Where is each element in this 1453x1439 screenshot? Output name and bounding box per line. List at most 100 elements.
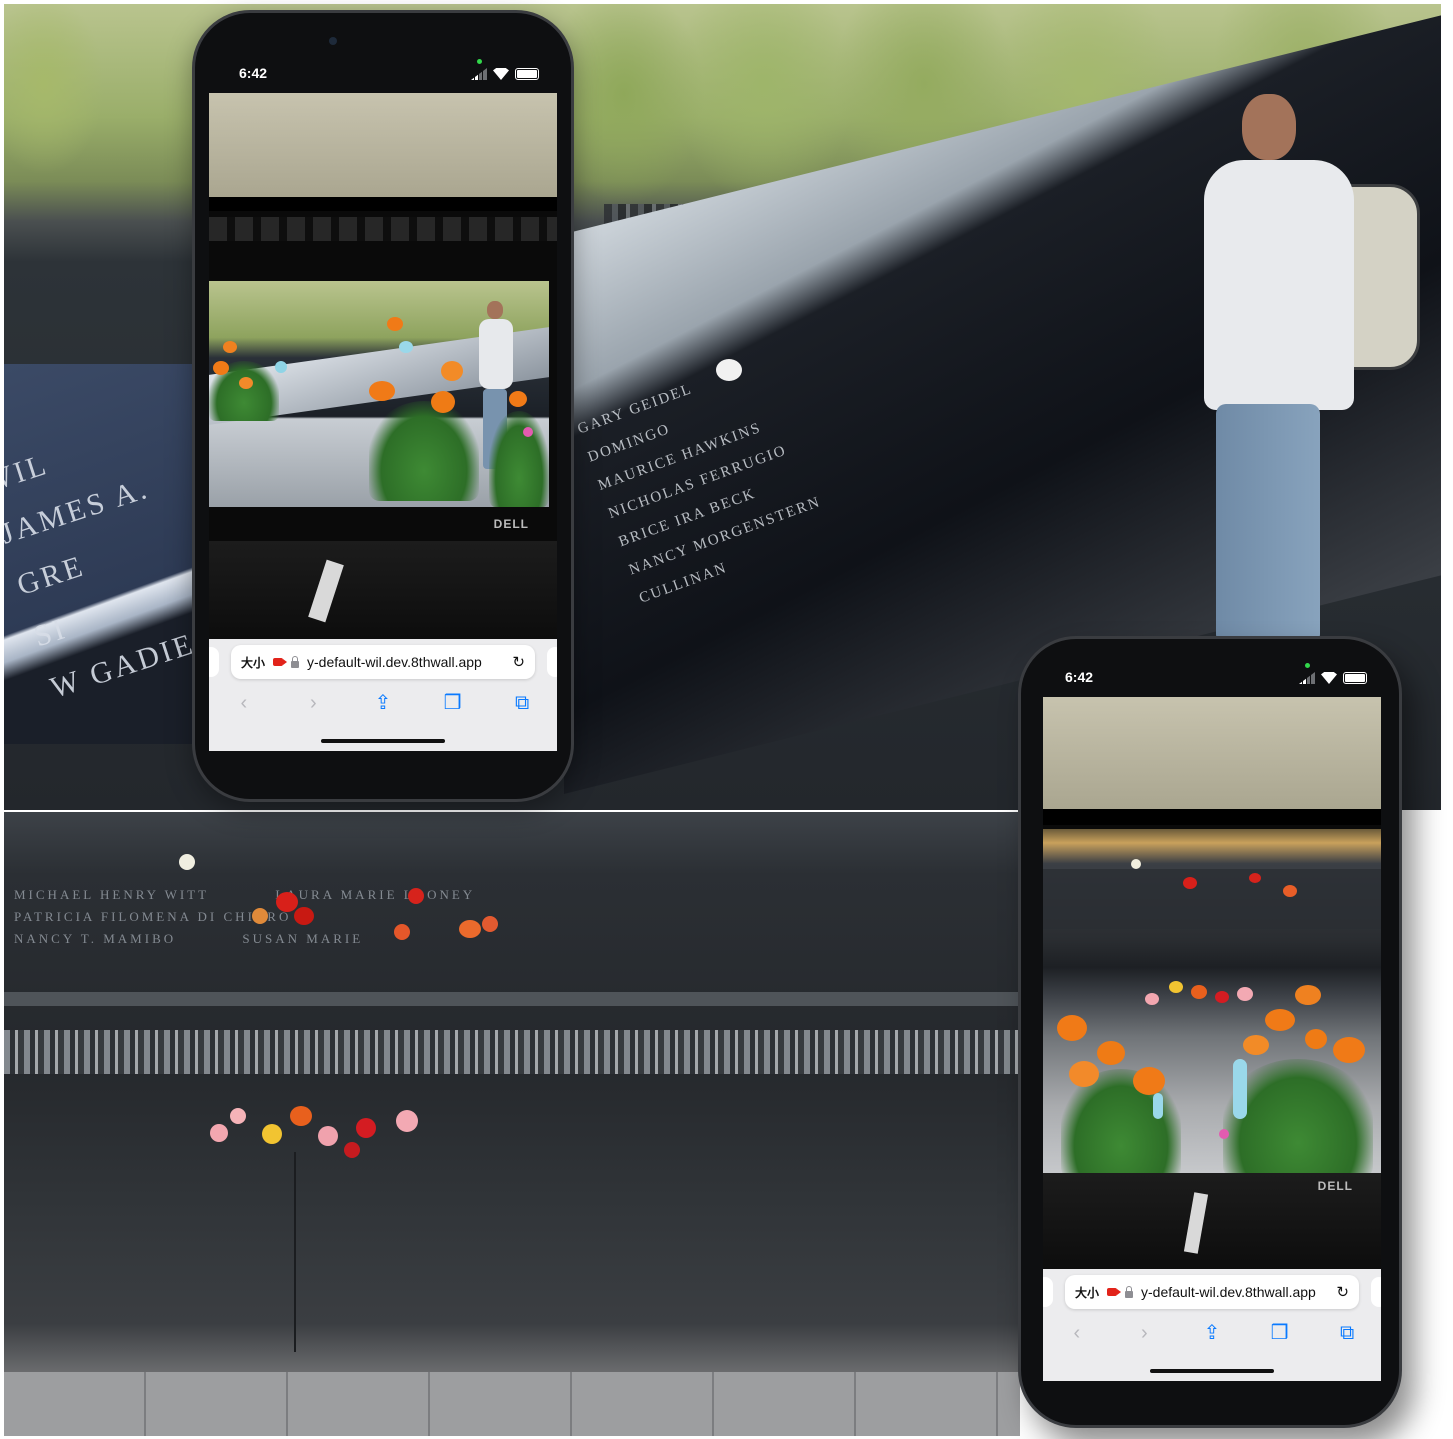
video-preview [209,281,549,507]
status-bar: 6:42 [1065,663,1367,689]
flower [1169,981,1183,993]
ar-poppy [1305,1029,1327,1049]
cellular-signal-icon [1299,672,1315,684]
reload-icon[interactable]: ↻ [512,653,525,671]
ar-poppy [1295,985,1321,1005]
parapet-panel [1043,869,1381,929]
reload-icon[interactable]: ↻ [1336,1283,1349,1301]
parapet-edge [4,992,1020,1006]
tabs-icon[interactable]: ⧉ [507,689,537,717]
ar-flower-bush [369,401,479,501]
address-bar[interactable]: 大小 y-default-wil.dev.8thwall.app ↻ [1065,1275,1359,1309]
flower [290,1106,312,1126]
ar-poppy [1133,1067,1165,1095]
phone-screen[interactable]: DELL 大小 y-default-wil.dev.8thwall.app ↻ … [1043,697,1381,1381]
forward-icon[interactable]: › [298,689,328,717]
ar-blue-flower [399,341,413,353]
flower [394,924,410,940]
flower [1145,993,1159,1005]
battery-icon [515,68,539,80]
camera-in-use-icon [1305,663,1310,668]
text-size-button[interactable]: 大小 [241,654,265,671]
tabs-icon[interactable]: ⧉ [1332,1319,1362,1347]
flower [1249,873,1261,883]
wifi-icon [1321,672,1337,684]
status-time: 6:42 [1065,669,1094,685]
phone-bottom: 6:42 DELL 大小 y-default-wil.dev.8thwall.a… [1018,636,1402,1428]
ar-poppy [387,317,403,331]
url-text[interactable]: y-default-wil.dev.8thwall.app [1141,1284,1328,1300]
engraved-name: MICHAEL HENRY WITT [14,887,210,902]
flower [1237,987,1253,1001]
ar-pink-flower [1219,1129,1229,1139]
flower [294,907,314,925]
flower [482,916,498,932]
waterfall-pool [4,1030,1020,1074]
flower [1183,877,1197,889]
flower [459,920,481,938]
ar-poppy [1057,1015,1087,1041]
ar-poppy [1243,1035,1269,1055]
battery-icon [1343,672,1367,684]
flower [210,1124,228,1142]
forward-icon[interactable]: › [1129,1319,1159,1347]
recording-icon[interactable] [1107,1288,1122,1296]
recording-icon[interactable] [273,658,288,666]
phone-top: 6:42 DELL 大小 y-default-wil.dev.8thwall.a… [192,10,574,802]
white-rose [716,359,742,381]
safari-browser-bar: 大小 y-default-wil.dev.8thwall.app ↻ ‹ › ⇪… [1043,1269,1381,1381]
ar-poppy [223,341,237,353]
back-icon[interactable]: ‹ [1062,1319,1092,1347]
home-indicator[interactable] [321,739,445,743]
head [1242,94,1296,160]
address-bar[interactable]: 大小 y-default-wil.dev.8thwall.app ↻ [231,645,535,679]
flower [179,854,195,870]
next-tab[interactable] [1371,1277,1381,1307]
ar-poppy [1069,1061,1099,1087]
bookmarks-icon[interactable]: ❒ [1265,1319,1295,1347]
share-icon[interactable]: ⇪ [368,689,398,717]
previous-tab[interactable] [209,647,219,677]
ar-poppy [431,391,455,413]
memorial-photo-bottom: MICHAEL HENRY WITT LAURA MARIE LOONEY PA… [4,812,1020,1436]
wifi-icon [493,68,509,80]
monitor-brand: DELL [493,517,529,531]
bookmarks-icon[interactable]: ❒ [438,689,468,717]
flower [408,888,424,904]
engraved-names-bottom: MICHAEL HENRY WITT LAURA MARIE LOONEY PA… [14,884,1014,950]
camera-feed-ceiling [1043,697,1381,809]
desk [209,541,557,651]
flower [318,1126,338,1146]
next-tab[interactable] [547,647,557,677]
front-camera [329,37,337,45]
status-icons [471,59,539,81]
jeans [1216,404,1320,644]
home-indicator[interactable] [1150,1369,1274,1373]
lock-icon [1125,1285,1134,1298]
flower [230,1108,246,1124]
url-text[interactable]: y-default-wil.dev.8thwall.app [307,654,504,670]
camera-feed-ceiling [209,93,557,197]
safari-browser-bar: 大小 y-default-wil.dev.8thwall.app ↻ ‹ › ⇪… [209,639,557,751]
monitor-brand: DELL [1317,1179,1353,1193]
engraved-name: NANCY T. MAMIBO [14,931,177,946]
phone-screen[interactable]: DELL 大小 y-default-wil.dev.8thwall.app ↻ … [209,93,557,751]
text-size-button[interactable]: 大小 [1075,1284,1099,1301]
flower [356,1118,376,1138]
video-preview [1043,829,1381,1175]
computer-monitor [1043,825,1381,1175]
monitor-stand [308,559,344,623]
flower [344,1142,360,1158]
ar-blue-flower [275,361,287,373]
camera-in-use-icon [477,59,482,64]
ar-poppy [1265,1009,1295,1031]
flower [1191,985,1207,999]
ar-poppy [1333,1037,1365,1063]
ar-pink-flower [523,427,533,437]
previous-tab[interactable] [1043,1277,1053,1307]
share-icon[interactable]: ⇪ [1197,1319,1227,1347]
man-taking-photo [1194,94,1424,654]
back-icon[interactable]: ‹ [229,689,259,717]
flower [1283,885,1297,897]
editor-toolbar [209,217,557,241]
